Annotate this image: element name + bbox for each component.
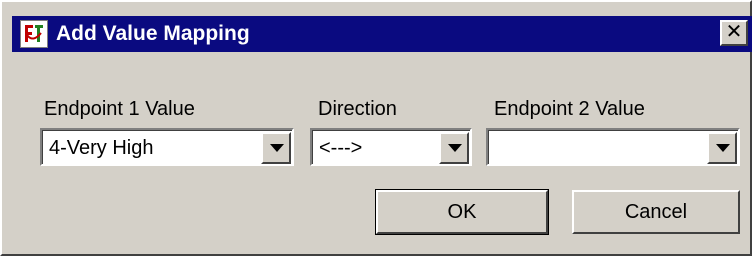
direction-select-frame: <---> bbox=[312, 130, 470, 164]
endpoint1-label: Endpoint 1 Value bbox=[44, 98, 195, 120]
chevron-down-icon bbox=[716, 144, 730, 152]
title-bar[interactable]: Add Value Mapping ✕ bbox=[12, 16, 752, 52]
endpoint2-label: Endpoint 2 Value bbox=[494, 98, 645, 120]
endpoint1-select[interactable]: 4-Very High bbox=[40, 128, 294, 166]
direction-dropdown-button[interactable] bbox=[439, 132, 469, 164]
endpoint1-select-frame: 4-Very High bbox=[42, 130, 292, 164]
app-logo-icon bbox=[20, 20, 48, 48]
chevron-down-icon bbox=[270, 144, 284, 152]
chevron-down-icon bbox=[448, 144, 462, 152]
endpoint1-value: 4-Very High bbox=[49, 137, 154, 159]
direction-value: <---> bbox=[319, 137, 363, 159]
close-icon[interactable]: ✕ bbox=[720, 20, 748, 46]
endpoint1-dropdown-button[interactable] bbox=[261, 132, 291, 164]
endpoint2-select[interactable] bbox=[486, 128, 740, 166]
endpoint2-dropdown-button[interactable] bbox=[707, 132, 737, 164]
dialog-title: Add Value Mapping bbox=[56, 22, 250, 45]
endpoint2-select-frame bbox=[488, 130, 738, 164]
cancel-button[interactable]: Cancel bbox=[572, 190, 740, 234]
direction-select[interactable]: <---> bbox=[310, 128, 472, 166]
add-value-mapping-dialog: Add Value Mapping ✕ Endpoint 1 Value Dir… bbox=[0, 0, 752, 256]
ok-button[interactable]: OK bbox=[375, 189, 549, 235]
direction-label: Direction bbox=[318, 98, 397, 120]
